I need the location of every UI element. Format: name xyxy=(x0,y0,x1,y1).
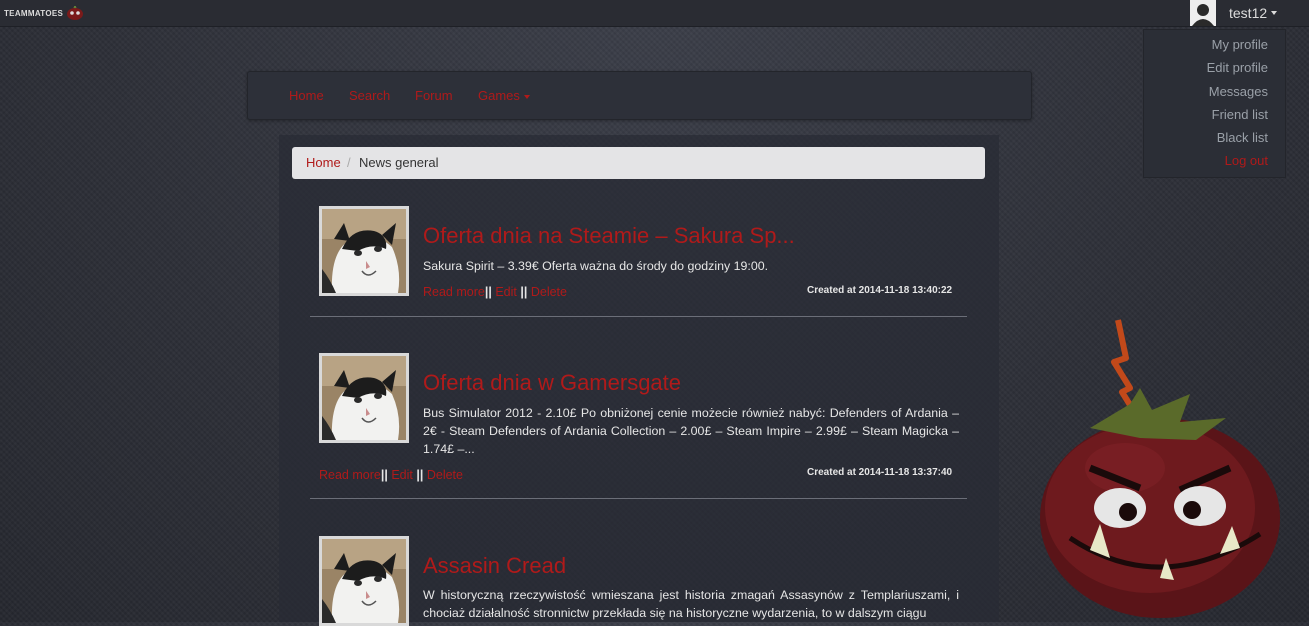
cat-image xyxy=(322,539,406,623)
menu-item-edit-profile[interactable]: Edit profile xyxy=(1207,60,1268,75)
top-bar: TEAMMATOES test12 xyxy=(0,0,1309,27)
main-navbar: Home Search Forum Games xyxy=(247,71,1032,120)
post-title[interactable]: Oferta dnia w Gamersgate xyxy=(423,370,681,396)
edit-link[interactable]: Edit xyxy=(495,285,517,299)
post-divider xyxy=(310,316,967,317)
user-dropdown-menu: My profile Edit profile Messages Friend … xyxy=(1143,29,1286,178)
tomato-logo-icon xyxy=(67,6,84,20)
edit-link[interactable]: Edit xyxy=(391,468,413,482)
caret-down-icon xyxy=(523,94,530,99)
post-date: Created at 2014-11-18 13:40:22 xyxy=(807,285,953,296)
post-excerpt: W historyczną rzeczywistość wmieszana je… xyxy=(423,588,959,620)
user-avatar-icon xyxy=(1190,0,1216,26)
post-divider xyxy=(310,498,967,499)
post-title[interactable]: Oferta dnia na Steamie – Sakura Sp... xyxy=(423,223,795,249)
breadcrumb-home-link[interactable]: Home xyxy=(306,155,341,170)
post-thumbnail[interactable] xyxy=(319,206,409,296)
post-thumbnail[interactable] xyxy=(319,353,409,443)
nav-search[interactable]: Search xyxy=(349,88,390,103)
nav-home[interactable]: Home xyxy=(289,88,324,103)
menu-item-messages[interactable]: Messages xyxy=(1209,84,1268,99)
breadcrumb-separator: / xyxy=(347,155,351,170)
post-excerpt: Sakura Spirit – 3.39€ Oferta ważna do śr… xyxy=(423,259,769,273)
read-more-link[interactable]: Read more xyxy=(319,468,381,482)
delete-link[interactable]: Delete xyxy=(427,468,463,482)
nav-forum[interactable]: Forum xyxy=(415,88,453,103)
read-more-link[interactable]: Read more xyxy=(423,285,485,299)
link-separator: || xyxy=(520,285,528,299)
user-menu-toggle[interactable]: test12 xyxy=(1190,0,1278,26)
breadcrumb-current: News general xyxy=(359,155,439,170)
menu-item-friend-list[interactable]: Friend list xyxy=(1212,107,1268,122)
delete-link[interactable]: Delete xyxy=(531,285,567,299)
logo-text: TEAMMATOES xyxy=(4,8,64,18)
post-thumbnail[interactable] xyxy=(319,536,409,626)
post-actions: Read more|| Edit || Delete xyxy=(423,285,567,299)
menu-item-my-profile[interactable]: My profile xyxy=(1212,37,1268,52)
nav-games-label: Games xyxy=(478,88,520,103)
link-separator: || xyxy=(484,285,492,299)
caret-down-icon xyxy=(1271,11,1278,15)
cat-image xyxy=(322,209,406,293)
post-title[interactable]: Assasin Cread xyxy=(423,553,566,579)
breadcrumb: Home / News general xyxy=(292,147,985,179)
post-excerpt: Bus Simulator 2012 - 2.10£ Po obniżonej … xyxy=(423,406,959,456)
menu-item-black-list[interactable]: Black list xyxy=(1217,130,1268,145)
menu-item-log-out[interactable]: Log out xyxy=(1225,153,1268,168)
cat-image xyxy=(322,356,406,440)
tomato-mascot-icon xyxy=(1040,319,1280,618)
link-separator: || xyxy=(416,468,424,482)
post-date: Created at 2014-11-18 13:37:40 xyxy=(807,467,953,478)
link-separator: || xyxy=(380,468,388,482)
nav-games[interactable]: Games xyxy=(478,88,530,103)
username-label: test12 xyxy=(1229,5,1268,21)
site-logo[interactable]: TEAMMATOES xyxy=(4,5,84,21)
post-actions: Read more|| Edit || Delete xyxy=(319,468,463,482)
